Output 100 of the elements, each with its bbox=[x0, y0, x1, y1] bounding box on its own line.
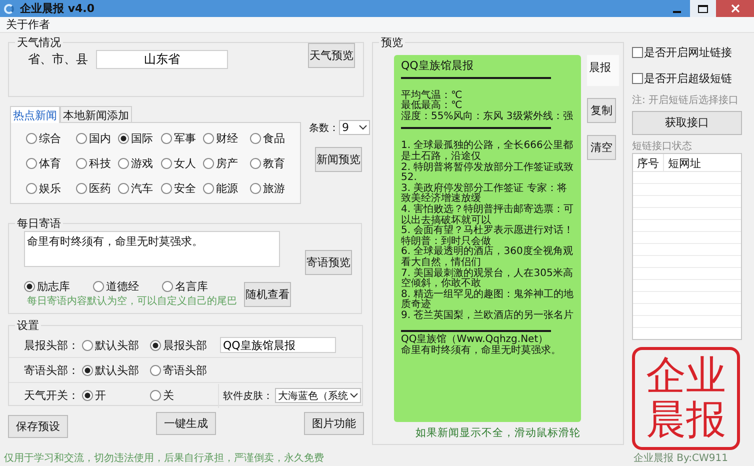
status-text: 企业晨报 By:CW911 bbox=[633, 452, 728, 465]
group-title: 每日寄语 bbox=[16, 216, 62, 231]
option-label: 国内 bbox=[89, 130, 111, 146]
radio-button[interactable] bbox=[118, 132, 129, 144]
option-label: 安全 bbox=[174, 180, 196, 196]
column-header[interactable]: 序号 bbox=[633, 154, 664, 171]
radio-button[interactable] bbox=[26, 132, 37, 144]
side-tab[interactable]: 晨报 bbox=[587, 55, 619, 86]
close-button[interactable] bbox=[716, 0, 754, 17]
action-button[interactable]: 一键生成 bbox=[156, 412, 216, 435]
field-label: 省、市、县 bbox=[28, 51, 89, 68]
note-text: 注: 开启短链后选择接口 bbox=[632, 94, 740, 107]
site-line: QQ皇族馆（Www.Qqhzg.Net） bbox=[401, 335, 548, 346]
option-label: 道德经 bbox=[106, 278, 139, 294]
group-title: 设置 bbox=[16, 318, 40, 333]
news-item: 3. 美政府停发部分工作签证 专家：将致美经济增速放缓 bbox=[401, 184, 567, 204]
option-label: 综合 bbox=[39, 130, 61, 146]
option-label: 开 bbox=[95, 388, 106, 403]
option-label: 财经 bbox=[216, 130, 238, 146]
option-label: 体育 bbox=[39, 156, 61, 170]
radio-button[interactable] bbox=[203, 158, 214, 168]
window-title: 企业晨报 v4.0 bbox=[20, 1, 94, 16]
get-interface-button[interactable]: 获取接口 bbox=[632, 110, 742, 135]
radio-button[interactable] bbox=[24, 280, 35, 292]
app-icon bbox=[4, 4, 14, 14]
side-button[interactable]: 清空 bbox=[587, 135, 616, 160]
news-item: 1. 全球最孤独的公路，全长666公里都是土石路，沿途仅 bbox=[401, 141, 574, 162]
hint-text: 每日寄语内容默认为空，可以自定义自己的尾巴 bbox=[26, 294, 238, 308]
radio-button[interactable] bbox=[76, 132, 87, 144]
action-button[interactable]: 保存预设 bbox=[8, 415, 68, 438]
count-dropdown[interactable]: 9 bbox=[339, 120, 370, 135]
weather-line: 湿度：55%风向：东风 3级紫外线：强 bbox=[401, 112, 574, 122]
radio-button[interactable] bbox=[162, 280, 173, 292]
message-header: QQ皇族馆晨报 bbox=[401, 61, 474, 72]
hint-text: 如果新闻显示不全，滑动鼠标滑轮 bbox=[414, 426, 582, 440]
option-label: 默认头部 bbox=[95, 338, 139, 352]
news-preview-button[interactable]: 新闻预览 bbox=[315, 147, 362, 172]
setting-label: 晨报头部： bbox=[24, 338, 80, 352]
option-label: 游戏 bbox=[131, 156, 153, 170]
skin-label: 软件皮肤： bbox=[223, 390, 273, 402]
stamp-text: 企业晨报 bbox=[646, 354, 726, 442]
header-field[interactable]: QQ皇族馆晨报 bbox=[220, 337, 336, 353]
radio-button[interactable] bbox=[150, 390, 161, 401]
status-text: 仅用于学习和交流，切勿违法使用，后果自行承担，严谨倒卖，永久免费 bbox=[4, 452, 324, 465]
option-label: 女人 bbox=[174, 156, 196, 170]
radio-button[interactable] bbox=[26, 182, 37, 194]
checkbox-label: 是否开启超级短链 bbox=[644, 71, 732, 86]
motto-line: 命里有时终须有，命里无时莫强求。 bbox=[401, 346, 562, 357]
option-label: 晨报头部 bbox=[163, 338, 207, 352]
option-label: 军事 bbox=[174, 130, 196, 146]
radio-button[interactable] bbox=[118, 182, 129, 194]
setting-label: 天气开关： bbox=[24, 388, 80, 403]
weather-preview-button[interactable]: 天气预览 bbox=[308, 43, 355, 68]
option-label: 默认头部 bbox=[95, 362, 139, 378]
radio-button[interactable] bbox=[150, 364, 161, 376]
radio-button[interactable] bbox=[93, 280, 104, 292]
checkbox[interactable] bbox=[632, 73, 643, 84]
option-label: 旅游 bbox=[263, 180, 285, 196]
radio-button[interactable] bbox=[250, 132, 261, 144]
news-item: 5. 会面有望？马杜罗表示愿进行对话！特朗普：到时只会做 bbox=[401, 226, 575, 247]
checkbox-label: 是否开启网址链接 bbox=[644, 45, 732, 60]
radio-button[interactable] bbox=[118, 158, 129, 168]
radio-button[interactable] bbox=[161, 132, 172, 144]
option-label: 能源 bbox=[216, 180, 238, 196]
news-item: 6. 全球最透明的酒店，360度全视角观看大自然，情侣们 bbox=[401, 247, 574, 268]
side-button[interactable]: 复制 bbox=[587, 98, 616, 123]
option-label: 寄语头部 bbox=[163, 362, 207, 378]
radio-button[interactable] bbox=[250, 182, 261, 194]
tab[interactable]: 热点新闻 bbox=[10, 106, 60, 123]
radio-button[interactable] bbox=[76, 182, 87, 194]
radio-button[interactable] bbox=[82, 364, 93, 376]
skin-dropdown[interactable]: 大海蓝色（系统 bbox=[275, 388, 361, 403]
radio-button[interactable] bbox=[26, 158, 37, 168]
radio-button[interactable] bbox=[203, 182, 214, 194]
motto-preview-button[interactable]: 寄语预览 bbox=[305, 250, 352, 275]
menu-item[interactable]: 关于作者 bbox=[6, 17, 50, 32]
news-item: 9. 苍兰英国梨，兰欧酒店的另一张名片 bbox=[401, 310, 575, 322]
tab[interactable]: 本地新闻添加 bbox=[60, 106, 132, 122]
column-header[interactable]: 短网址 bbox=[664, 154, 701, 171]
radio-button[interactable] bbox=[76, 158, 87, 168]
option-label: 汽车 bbox=[131, 180, 153, 196]
random-view-button[interactable]: 随机查看 bbox=[244, 282, 291, 307]
action-button[interactable]: 图片功能 bbox=[304, 412, 364, 435]
radio-button[interactable] bbox=[161, 182, 172, 194]
setting-label: 寄语头部： bbox=[24, 362, 80, 378]
radio-button[interactable] bbox=[150, 340, 161, 350]
radio-button[interactable] bbox=[203, 132, 214, 144]
radio-button[interactable] bbox=[250, 158, 261, 168]
radio-button[interactable] bbox=[82, 390, 93, 401]
motto-text-area[interactable]: 命里有时终须有，命里无时莫强求。 bbox=[24, 231, 280, 267]
maximize-button[interactable] bbox=[690, 0, 716, 17]
group-title: 天气情况 bbox=[16, 35, 62, 50]
option-label: 国际 bbox=[131, 130, 153, 146]
option-label: 娱乐 bbox=[39, 180, 61, 196]
radio-button[interactable] bbox=[82, 340, 93, 350]
group-title: 预览 bbox=[380, 35, 404, 50]
checkbox[interactable] bbox=[632, 47, 643, 58]
location-field[interactable]: 山东省 bbox=[96, 50, 228, 69]
news-item: 4. 害怕败选？特朗普抨击邮寄选票：可以出去搞破坏就可以 bbox=[401, 204, 575, 226]
radio-button[interactable] bbox=[161, 158, 172, 168]
